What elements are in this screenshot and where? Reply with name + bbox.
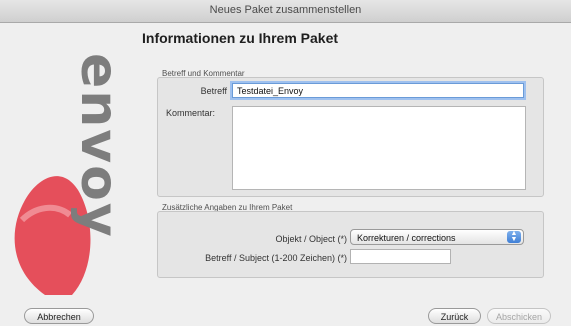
object-select-value: Korrekturen / corrections (357, 233, 456, 243)
subject-length-label: Betreff / Subject (1-200 Zeichen) (*) (205, 253, 347, 263)
title-bar: Neues Paket zusammenstellen (0, 0, 571, 23)
comment-value (233, 107, 525, 113)
object-label: Objekt / Object (*) (275, 234, 347, 244)
cancel-button[interactable]: Abbrechen (24, 308, 94, 324)
select-stepper-icon: ▲ ▼ (507, 230, 521, 243)
window-title: Neues Paket zusammenstellen (209, 4, 362, 16)
subject-length-input[interactable] (350, 249, 451, 264)
comment-label: Kommentar: (166, 108, 216, 118)
comment-textarea[interactable] (232, 106, 526, 190)
page-title: Informationen zu Ihrem Paket (142, 30, 339, 46)
subject-input[interactable]: Testdatei_Envoy (232, 83, 524, 98)
back-button[interactable]: Zurück (428, 308, 481, 324)
envoy-logo: envoy (14, 53, 129, 295)
svg-text:envoy: envoy (69, 53, 129, 239)
send-button[interactable]: Abschicken (487, 308, 551, 324)
subject-label: Betreff (200, 86, 227, 96)
object-select[interactable]: Korrekturen / corrections ▲ ▼ (350, 229, 524, 245)
